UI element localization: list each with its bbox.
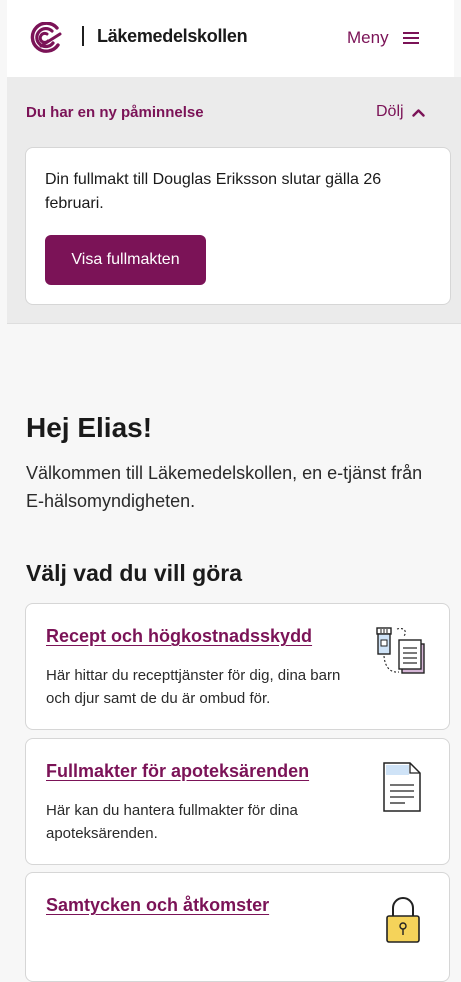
card-title[interactable]: Samtycken och åtkomster bbox=[46, 895, 269, 916]
prescription-icon bbox=[376, 627, 425, 674]
hide-reminder-button[interactable]: Dölj bbox=[376, 103, 425, 121]
card-prescriptions[interactable]: Recept och högkostnadsskydd Här hittar d… bbox=[25, 603, 450, 730]
chevron-up-icon bbox=[411, 108, 425, 117]
card-title[interactable]: Recept och högkostnadsskydd bbox=[46, 626, 312, 647]
reminder-title: Du har en ny påminnelse bbox=[26, 104, 204, 121]
hamburger-icon bbox=[402, 32, 419, 45]
hide-label: Dölj bbox=[376, 103, 404, 120]
card-authorizations[interactable]: Fullmakter för apoteksärenden Här kan du… bbox=[25, 738, 450, 865]
padlock-icon bbox=[386, 897, 420, 943]
brand-name[interactable]: Läkemedelskollen bbox=[97, 26, 248, 47]
card-description: Här kan du hantera fullmakter för dina a… bbox=[46, 802, 298, 842]
reminder-card: Din fullmakt till Douglas Eriksson sluta… bbox=[25, 147, 451, 305]
show-authorization-button[interactable]: Visa fullmakten bbox=[45, 235, 206, 285]
document-icon bbox=[383, 762, 421, 812]
welcome-text: Välkommen till Läkemedelskollen, en e-tj… bbox=[26, 463, 423, 511]
card-consents[interactable]: Samtycken och åtkomster bbox=[25, 872, 450, 982]
card-description: Här hittar du recepttjänster för dig, di… bbox=[46, 667, 341, 707]
logo-icon[interactable] bbox=[27, 22, 63, 54]
choose-heading: Välj vad du vill göra bbox=[26, 560, 243, 586]
reminder-message: Din fullmakt till Douglas Eriksson sluta… bbox=[45, 171, 382, 212]
card-title[interactable]: Fullmakter för apoteksärenden bbox=[46, 761, 309, 782]
top-header: Läkemedelskollen Meny bbox=[7, 0, 454, 77]
greeting-heading: Hej Elias! bbox=[26, 412, 153, 443]
reminder-panel: Du har en ny påminnelse Dölj Din fullmak… bbox=[7, 77, 461, 324]
menu-button[interactable]: Meny bbox=[347, 26, 419, 50]
logo-divider bbox=[82, 26, 84, 46]
menu-label: Meny bbox=[347, 28, 389, 47]
